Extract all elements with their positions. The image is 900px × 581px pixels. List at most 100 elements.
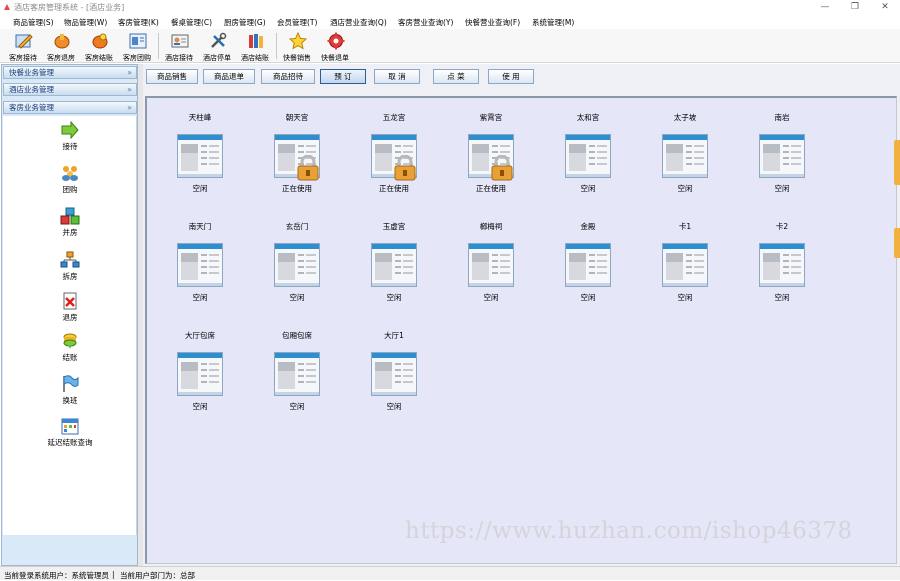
fastfood-sale-button[interactable]: 快餐销售 (278, 30, 316, 62)
room-groupbuy-button[interactable]: 客房团购 (118, 30, 156, 62)
sidebar-item-label: 接待 (62, 142, 78, 151)
room-tile[interactable]: 卡1 空闲 (650, 221, 720, 311)
room-checkout-button[interactable]: 客房退房 (42, 30, 80, 62)
hotel-hold-button[interactable]: 酒店停单 (198, 30, 236, 62)
sidebar-item-checkin[interactable]: 接待 (20, 121, 120, 155)
room-tile[interactable]: 榔梅祠 空闲 (456, 221, 526, 311)
room-settle-button[interactable]: 客房结账 (80, 30, 118, 62)
room-status: 空闲 (580, 293, 596, 302)
room-tile[interactable]: 卡2 空闲 (747, 221, 817, 311)
menu-members[interactable]: 会员管理(T) (277, 17, 317, 28)
cancel-button[interactable]: 取 消 (374, 69, 420, 84)
room-window-icon (759, 243, 805, 289)
room-tile[interactable]: 朝天宫 正在使用 (262, 112, 332, 202)
menu-fastfood-query[interactable]: 快餐营业查询(F) (465, 17, 520, 28)
room-window-icon (662, 134, 708, 180)
sidebar-item-label: 退房 (62, 313, 78, 322)
calendar-icon (61, 418, 79, 435)
reserve-button[interactable]: 预 订 (320, 69, 366, 84)
menu-hotel-query[interactable]: 酒店营业查询(Q) (330, 17, 387, 28)
room-status: 空闲 (386, 402, 402, 411)
room-tile[interactable]: 南岩 空闲 (747, 112, 817, 202)
room-tile[interactable]: 大厅包席 空闲 (165, 330, 235, 420)
menu-goods[interactable]: 商品管理(S) (13, 17, 54, 28)
order-dish-button[interactable]: 点 菜 (433, 69, 479, 84)
cubes-icon (60, 207, 80, 225)
status-user: 当前登录系统用户：系统管理员 (4, 571, 109, 580)
room-window-icon (274, 243, 320, 289)
sidebar-item-label: 结账 (62, 353, 78, 362)
room-tile[interactable]: 玉虚宫 空闲 (359, 221, 429, 311)
room-tile[interactable]: 金殿 空闲 (553, 221, 623, 311)
hotel-settle-button[interactable]: 酒店结账 (236, 30, 274, 62)
toolbar-label: 快餐销售 (283, 54, 311, 62)
sidebar-item-delayed-settle-query[interactable]: 延迟结账查询 (20, 417, 120, 451)
room-tile[interactable]: 南天门 空闲 (165, 221, 235, 311)
room-tile[interactable]: 包厢包席 空闲 (262, 330, 332, 420)
panel-hotel[interactable]: 酒店业务管理 » (3, 83, 137, 96)
fastfood-refund-button[interactable]: 快餐退单 (316, 30, 354, 62)
minimize-button[interactable]: — (818, 1, 832, 14)
room-tile[interactable]: 紫霄宫 正在使用 (456, 112, 526, 202)
side-tab[interactable] (894, 140, 900, 185)
sidebar-item-groupbuy[interactable]: 团购 (20, 164, 120, 198)
room-status: 正在使用 (282, 184, 312, 193)
goods-refund-button[interactable]: 商品退单 (203, 69, 255, 84)
menu-tables[interactable]: 餐桌管理(C) (171, 17, 212, 28)
chevron-down-icon: » (127, 68, 132, 77)
panel-fastfood[interactable]: 快餐业务管理 » (3, 66, 137, 79)
sidebar-item-checkout[interactable]: 退房 (20, 292, 120, 326)
room-window-icon (468, 243, 514, 289)
room-tile[interactable]: 玄岳门 空闲 (262, 221, 332, 311)
lock-icon (296, 154, 320, 183)
sidebar-item-shift-change[interactable]: 换班 (20, 375, 120, 409)
room-name: 金殿 (580, 222, 596, 231)
hotel-checkin-button[interactable]: 酒店接待 (160, 30, 198, 62)
id-card-icon (171, 34, 189, 48)
room-window-icon (662, 243, 708, 289)
org-chart-icon (60, 251, 80, 268)
room-status: 空闲 (192, 184, 208, 193)
room-name: 紫霄宫 (479, 113, 503, 122)
menu-items[interactable]: 物品管理(W) (64, 17, 107, 28)
sidebar-item-settle[interactable]: 结账 (20, 332, 120, 366)
room-status: 空闲 (386, 293, 402, 302)
side-tab[interactable] (894, 228, 900, 258)
coins-icon (63, 333, 77, 349)
menu-room-query[interactable]: 客房营业查询(Y) (398, 17, 453, 28)
room-checkin-button[interactable]: 客房接待 (4, 30, 42, 62)
toolbar-label: 客房接待 (9, 54, 37, 62)
panel-room[interactable]: 客房业务管理 » (3, 101, 137, 114)
group-card-icon (129, 33, 147, 49)
panel-title: 酒店业务管理 (9, 85, 54, 94)
menu-system[interactable]: 系统管理(M) (532, 17, 574, 28)
sidebar-item-label: 延迟结账查询 (47, 438, 93, 447)
menu-kitchen[interactable]: 厨房管理(G) (224, 17, 266, 28)
menu-rooms[interactable]: 客房管理(K) (118, 17, 159, 28)
room-name: 南天门 (188, 222, 212, 231)
room-status: 空闲 (192, 293, 208, 302)
room-tile[interactable]: 天柱峰 空闲 (165, 112, 235, 202)
room-window-icon (177, 134, 223, 180)
room-name: 卡1 (678, 222, 692, 231)
goods-sale-button[interactable]: 商品销售 (146, 69, 198, 84)
restore-button[interactable]: ❐ (848, 1, 862, 14)
room-tile[interactable]: 太子坡 空闲 (650, 112, 720, 202)
room-tile[interactable]: 五龙宫 正在使用 (359, 112, 429, 202)
title-bar: 酒店客房管理系统 - [酒店业务] — ❐ ✕ (0, 0, 900, 15)
status-dept: 当前用户部门为：总部 (120, 571, 195, 580)
use-button[interactable]: 使 用 (488, 69, 534, 84)
room-status: 空闲 (580, 184, 596, 193)
tools-icon (211, 32, 227, 48)
room-tile[interactable]: 大厅1 空闲 (359, 330, 429, 420)
room-name: 太和宫 (576, 113, 600, 122)
sidebar-item-label: 拆房 (62, 272, 78, 281)
sidebar-item-merge-room[interactable]: 并房 (20, 207, 120, 241)
star-icon (288, 31, 308, 50)
sidebar-item-split-room[interactable]: 拆房 (20, 251, 120, 285)
hand-back-icon (54, 34, 70, 49)
close-button[interactable]: ✕ (878, 1, 892, 14)
room-tile[interactable]: 太和宫 空闲 (553, 112, 623, 202)
room-window-icon (565, 134, 611, 180)
goods-treat-button[interactable]: 商品招待 (261, 69, 315, 84)
